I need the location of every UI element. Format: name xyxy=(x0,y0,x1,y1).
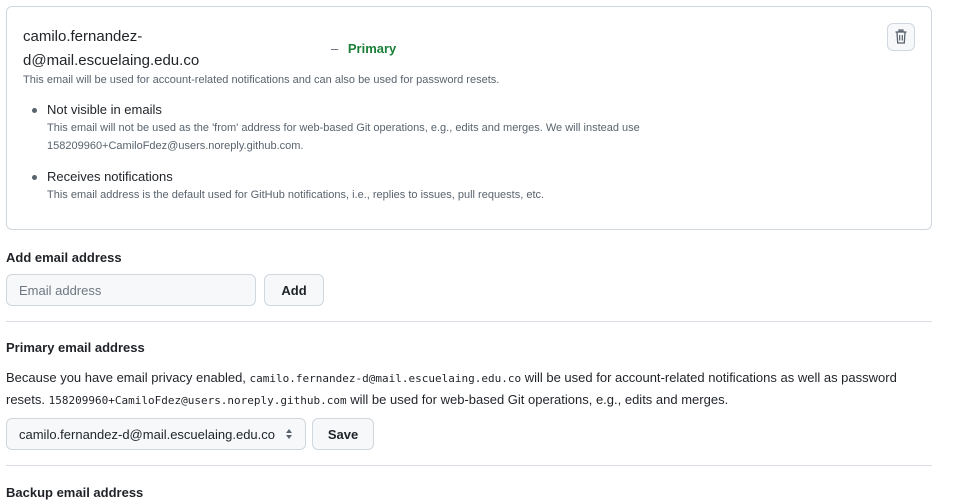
select-arrows-icon xyxy=(286,429,292,439)
section-divider xyxy=(6,465,932,466)
primary-email-code: camilo.fernandez-d@mail.escuelaing.edu.c… xyxy=(249,372,522,385)
section-divider xyxy=(6,321,932,322)
separator-dash: – xyxy=(331,41,339,56)
primary-email-description: Because you have email privacy enabled, … xyxy=(6,367,926,411)
email-line-1: camilo.fernandez- xyxy=(23,28,143,45)
delete-email-button[interactable] xyxy=(887,23,915,51)
primary-email-select[interactable]: camilo.fernandez-d@mail.escuelaing.edu.c… xyxy=(6,418,306,450)
save-primary-email-button[interactable]: Save xyxy=(312,418,374,450)
bullet-not-visible: Not visible in emails This email will no… xyxy=(32,101,747,155)
bullet-description: This email address is the default used f… xyxy=(47,189,545,201)
primary-badge: – Primary xyxy=(331,40,396,58)
bullet-line: 158209960+CamiloFdez@users.noreply.githu… xyxy=(47,140,304,152)
bullet-dot xyxy=(32,175,37,180)
bullet-receives-notifications: Receives notifications This email addres… xyxy=(32,168,747,204)
email-address-input[interactable] xyxy=(6,274,256,306)
primary-label: Primary xyxy=(347,41,397,56)
primary-email-card: camilo.fernandez- d@mail.escuelaing.edu.… xyxy=(6,6,932,230)
email-line-2: d@mail.escuelaing.edu.co xyxy=(23,52,200,69)
email-address-title: camilo.fernandez- d@mail.escuelaing.edu.… xyxy=(23,25,243,73)
trash-icon xyxy=(895,29,907,44)
description-text: will be used for web-based Git operation… xyxy=(346,392,729,407)
add-email-heading: Add email address xyxy=(6,250,122,265)
noreply-email-code: 158209960+CamiloFdez@users.noreply.githu… xyxy=(48,394,347,407)
email-description: This email will be used for account-rela… xyxy=(23,74,500,86)
add-email-button[interactable]: Add xyxy=(264,274,324,306)
bullet-description: This email will not be used as the 'from… xyxy=(47,119,747,155)
bullet-line: This email will not be used as the 'from… xyxy=(47,122,640,134)
description-text: Because you have email privacy enabled, xyxy=(6,370,250,385)
primary-email-heading: Primary email address xyxy=(6,340,145,355)
bullet-title: Receives notifications xyxy=(47,169,173,184)
bullet-dot xyxy=(32,108,37,113)
backup-email-heading: Backup email address xyxy=(6,485,144,500)
bullet-title: Not visible in emails xyxy=(47,102,162,117)
select-value: camilo.fernandez-d@mail.escuelaing.edu.c… xyxy=(19,426,276,442)
